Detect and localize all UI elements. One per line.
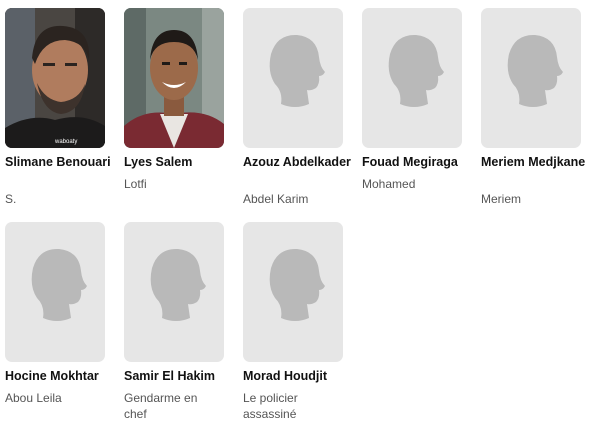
actor-photo-image: waboaty: [5, 8, 105, 148]
character-name: Lotfi: [124, 177, 147, 191]
character-name: Meriem: [481, 192, 522, 206]
placeholder-photo[interactable]: [243, 8, 343, 148]
character-name: Mohamed: [362, 177, 416, 191]
character-name: Gendarme en chef: [124, 391, 198, 421]
actor-photo-image: [124, 8, 224, 148]
character-name: Le policier assassiné: [243, 391, 298, 421]
placeholder-photo[interactable]: [124, 222, 224, 362]
actor-name[interactable]: Fouad Megiraga: [362, 154, 478, 171]
placeholder-photo[interactable]: [5, 222, 105, 362]
placeholder-photo[interactable]: [362, 8, 462, 148]
character-name: Abdel Karim: [243, 192, 309, 206]
actor-name[interactable]: Meriem Medjkane: [481, 154, 592, 171]
placeholder-photo[interactable]: [481, 8, 581, 148]
placeholder-photo[interactable]: [243, 222, 343, 362]
actor-photo[interactable]: waboaty: [5, 8, 105, 148]
actor-name[interactable]: Morad Houdjit: [243, 368, 359, 385]
actor-name[interactable]: Lyes Salem: [124, 154, 240, 171]
actor-name[interactable]: Slimane Benouari: [5, 154, 121, 171]
character-name: S.: [5, 192, 17, 206]
character-name: Abou Leila: [5, 391, 62, 405]
person-silhouette-icon: [150, 248, 206, 321]
watermark: waboaty: [54, 139, 77, 145]
person-silhouette-icon: [269, 248, 325, 321]
actor-name[interactable]: Azouz Abdelkader: [243, 154, 359, 171]
person-silhouette-icon: [269, 34, 325, 108]
actor-name[interactable]: Samir El Hakim: [124, 368, 240, 385]
actor-photo[interactable]: [124, 8, 224, 148]
person-silhouette-icon: [507, 34, 563, 108]
person-silhouette-icon: [31, 248, 88, 321]
person-silhouette-icon: [388, 34, 444, 108]
actor-name[interactable]: Hocine Mokhtar: [5, 368, 121, 385]
